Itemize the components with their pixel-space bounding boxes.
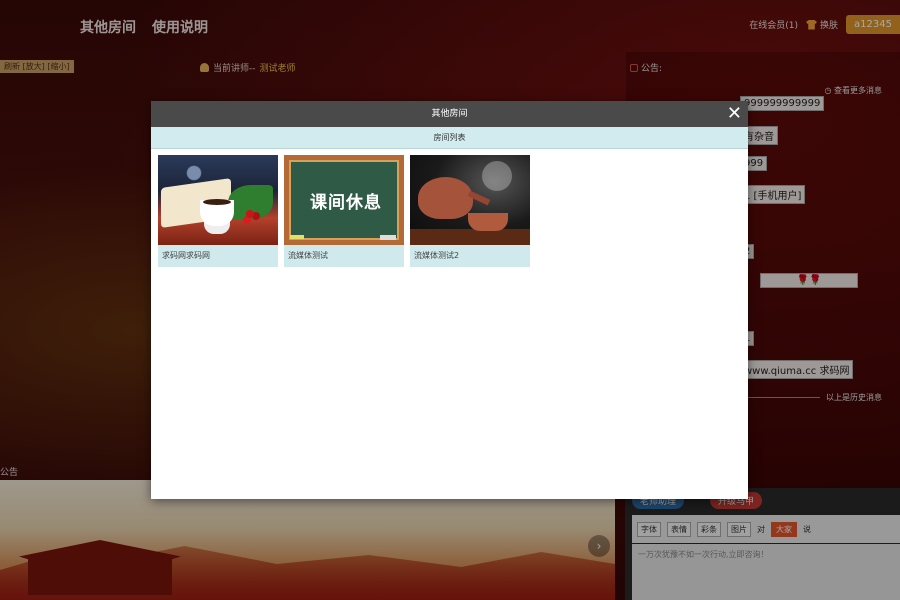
chalk-shape <box>290 235 304 239</box>
table-shape <box>410 229 530 245</box>
room-thumbnail <box>158 155 278 245</box>
room-list-header: 房间列表 <box>151 127 748 149</box>
room-name: 流媒体测试2 <box>414 251 460 260</box>
room-thumbnail <box>410 155 530 245</box>
modal-title: 其他房间 <box>431 109 468 119</box>
room-card[interactable]: 求码网求码网 <box>158 155 278 267</box>
teacup-shape <box>468 213 508 231</box>
chalkboard: 课间休息 <box>289 160 399 240</box>
room-thumbnail: 课间休息 <box>284 155 404 245</box>
room-card[interactable]: 流媒体测试2 <box>410 155 530 267</box>
room-name: 求码网求码网 <box>162 251 210 260</box>
teapot-shape <box>418 177 473 219</box>
steam-shape <box>482 161 512 191</box>
modal-header: 其他房间 ✕ <box>151 101 748 127</box>
room-name: 流媒体测试 <box>288 251 328 260</box>
eraser-shape <box>380 235 396 240</box>
other-rooms-modal: 其他房间 ✕ 房间列表 求码网求码网 课间休息 流媒体测试 流媒体测试2 <box>151 101 748 499</box>
chalkboard-text: 课间休息 <box>310 193 382 213</box>
close-icon[interactable]: ✕ <box>727 103 742 125</box>
coffee-shape <box>203 199 231 205</box>
berry-shape <box>246 210 254 218</box>
room-card[interactable]: 课间休息 流媒体测试 <box>284 155 404 267</box>
